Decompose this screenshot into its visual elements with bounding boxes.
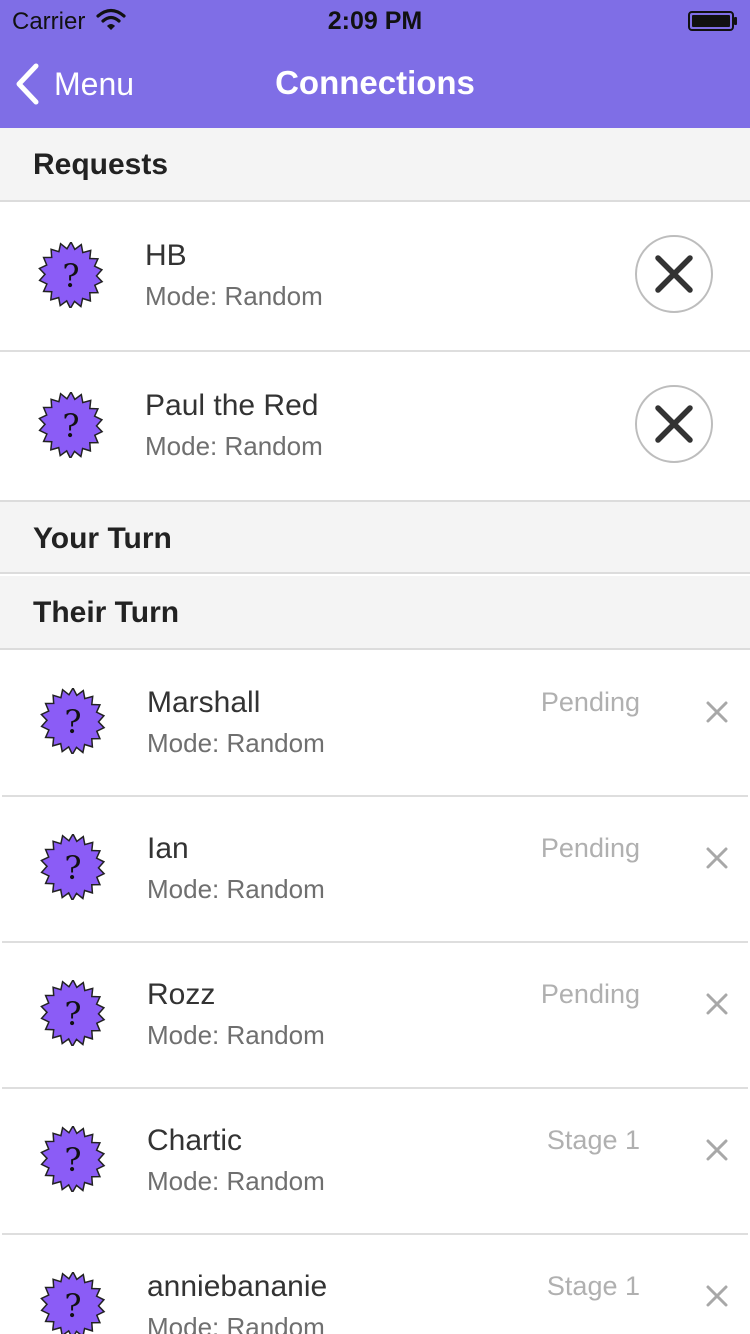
section-title: Their Turn [33, 596, 180, 629]
decline-button[interactable] [634, 384, 714, 464]
question-badge-icon: ? [40, 1126, 106, 1192]
contact-name: Rozz [147, 978, 216, 1011]
section-header-requests: Requests [0, 128, 750, 202]
svg-text:?: ? [62, 407, 79, 445]
contact-mode: Mode: Random [145, 281, 323, 311]
contact-mode: Mode: Random [147, 1020, 325, 1050]
svg-text:?: ? [64, 1287, 81, 1325]
contact-mode: Mode: Random [147, 874, 325, 904]
game-row[interactable]: ? anniebananie Mode: Random Stage 1 [0, 1235, 750, 1334]
game-status: Stage 1 [546, 1125, 640, 1155]
svg-text:?: ? [64, 1141, 81, 1179]
contact-name: Paul the Red [145, 389, 319, 422]
contact-name: Ian [147, 832, 189, 865]
question-badge-icon: ? [40, 1272, 106, 1334]
navigation-bar: Carrier 2:09 PM Menu Connections [0, 0, 750, 128]
clock: 2:09 PM [327, 7, 423, 35]
svg-text:?: ? [64, 849, 81, 887]
contact-mode: Mode: Random [145, 431, 323, 461]
request-row[interactable]: ? Paul the Red Mode: Random [0, 352, 750, 500]
svg-text:?: ? [64, 995, 81, 1033]
contact-name: anniebananie [147, 1270, 328, 1303]
close-icon[interactable] [704, 1137, 730, 1163]
question-badge-icon: ? [38, 392, 104, 458]
section-header-your-turn: Your Turn [0, 500, 750, 574]
svg-text:?: ? [64, 703, 81, 741]
game-status: Pending [540, 979, 640, 1009]
game-row[interactable]: ? Chartic Mode: Random Stage 1 [0, 1089, 750, 1233]
close-icon[interactable] [704, 845, 730, 871]
game-status: Pending [540, 833, 640, 863]
close-icon[interactable] [704, 991, 730, 1017]
close-icon[interactable] [704, 699, 730, 725]
contact-name: HB [145, 239, 187, 272]
battery-icon [688, 11, 737, 31]
section-title: Requests [33, 148, 169, 181]
decline-button[interactable] [634, 234, 714, 314]
contact-mode: Mode: Random [147, 1166, 325, 1196]
game-status: Stage 1 [546, 1271, 640, 1301]
section-title: Your Turn [33, 522, 172, 555]
contact-mode: Mode: Random [147, 1312, 325, 1334]
contact-name: Chartic [147, 1124, 243, 1157]
game-row[interactable]: ? Ian Mode: Random Pending [0, 797, 750, 941]
game-row[interactable]: ? Rozz Mode: Random Pending [0, 943, 750, 1087]
question-badge-icon: ? [40, 834, 106, 900]
question-badge-icon: ? [40, 980, 106, 1046]
status-bar: Carrier 2:09 PM [0, 0, 750, 40]
game-row[interactable]: ? Marshall Mode: Random Pending [0, 650, 750, 795]
question-badge-icon: ? [40, 688, 106, 754]
game-status: Pending [540, 687, 640, 717]
contact-mode: Mode: Random [147, 728, 325, 758]
request-row[interactable]: ? HB Mode: Random [0, 202, 750, 350]
close-icon[interactable] [704, 1283, 730, 1309]
svg-text:?: ? [62, 257, 79, 295]
contact-name: Marshall [147, 686, 261, 719]
question-badge-icon: ? [38, 242, 104, 308]
section-header-their-turn: Their Turn [0, 576, 750, 650]
page-title: Connections [275, 64, 475, 101]
